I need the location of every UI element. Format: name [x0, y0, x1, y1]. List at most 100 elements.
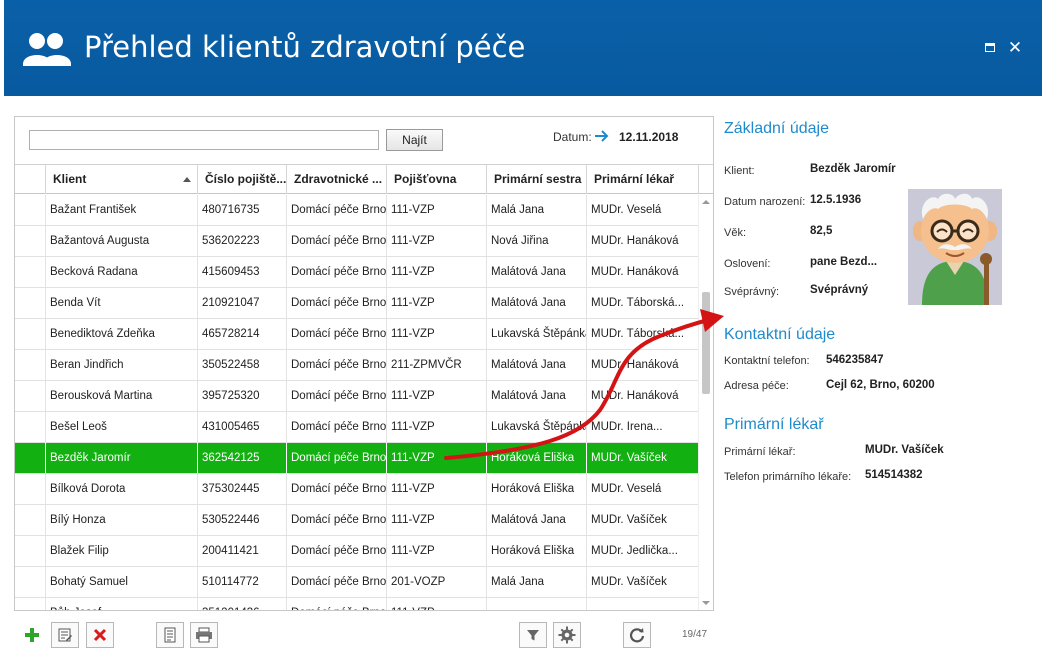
cell-insurance-number[interactable]: 480716735 — [197, 195, 286, 225]
cell-health-facility[interactable]: Domácí péče Brno — [286, 257, 386, 287]
document-button[interactable] — [156, 622, 184, 648]
cell-client[interactable]: Berousková Martina — [45, 381, 197, 411]
table-row[interactable]: Bohatý Samuel 510114772 Domácí péče Brno 20… — [15, 567, 698, 598]
cell-client[interactable]: Beran Jindřich — [45, 350, 197, 380]
cell-primary-doctor[interactable]: MUDr. Táborská... — [586, 288, 698, 318]
cell-health-facility[interactable]: Domácí péče Brno — [286, 319, 386, 349]
cell-primary-doctor[interactable]: MUDr. Hanáková — [586, 226, 698, 256]
cell-insurer[interactable]: 111-VZP — [386, 598, 486, 610]
table-row[interactable]: Bešel Leoš 431005465 Domácí péče Brno 111-V… — [15, 412, 698, 443]
table-row[interactable]: Bažant František 480716735 Domácí péče Brn… — [15, 195, 698, 226]
cell-insurer[interactable]: 111-VZP — [386, 226, 486, 256]
cell-primary-doctor[interactable]: MUDr. Hanáková — [586, 350, 698, 380]
row-indicator[interactable] — [15, 350, 45, 380]
cell-client[interactable]: Bažantová Augusta — [45, 226, 197, 256]
cell-primary-doctor[interactable]: MUDr. Vašíček — [586, 443, 698, 473]
row-indicator[interactable] — [15, 195, 45, 225]
table-row[interactable]: Bůh Josef351201436Domácí péče Brno111-VZ… — [15, 598, 698, 610]
cell-primary-doctor[interactable]: MUDr. Irena... — [586, 412, 698, 442]
cell-insurer[interactable]: 111-VZP — [386, 474, 486, 504]
table-row[interactable]: Becková Radana 415609453 Domácí péče Brno 1… — [15, 257, 698, 288]
cell-health-facility[interactable]: Domácí péče Brno — [286, 381, 386, 411]
cell-primary-nurse[interactable]: Lukavská Štěpánka — [486, 412, 586, 442]
cell-insurance-number[interactable]: 415609453 — [197, 257, 286, 287]
cell-insurer[interactable]: 111-VZP — [386, 319, 486, 349]
column-header-insurer[interactable]: Pojišťovna — [386, 165, 486, 194]
cell-primary-doctor[interactable]: MUDr. Vašíček — [586, 505, 698, 535]
cell-primary-nurse[interactable] — [486, 598, 586, 610]
cell-primary-doctor[interactable]: MUDr. Hanáková — [586, 257, 698, 287]
cell-primary-doctor[interactable]: MUDr. Veselá — [586, 195, 698, 225]
cell-client[interactable]: Bílková Dorota — [45, 474, 197, 504]
cell-health-facility[interactable]: Domácí péče Brno — [286, 226, 386, 256]
cell-primary-doctor[interactable]: MUDr. Hanáková — [586, 381, 698, 411]
cell-insurer[interactable]: 111-VZP — [386, 443, 486, 473]
cell-insurer[interactable]: 111-VZP — [386, 536, 486, 566]
cell-insurance-number[interactable]: 362542125 — [197, 443, 286, 473]
column-header-primary-doctor[interactable]: Primární lékař — [586, 165, 698, 194]
cell-insurer[interactable]: 111-VZP — [386, 412, 486, 442]
cell-insurance-number[interactable]: 510114772 — [197, 567, 286, 597]
search-input[interactable] — [29, 130, 379, 150]
cell-primary-doctor[interactable]: MUDr. Táborská... — [586, 319, 698, 349]
date-value[interactable]: 12.11.2018 — [619, 130, 678, 144]
cell-primary-nurse[interactable]: Horáková Eliška — [486, 474, 586, 504]
row-indicator[interactable] — [15, 288, 45, 318]
cell-insurance-number[interactable]: 210921047 — [197, 288, 286, 318]
settings-button[interactable] — [553, 622, 581, 648]
cell-client[interactable]: Bílý Honza — [45, 505, 197, 535]
cell-primary-doctor[interactable]: MUDr. Veselá — [586, 474, 698, 504]
cell-health-facility[interactable]: Domácí péče Brno — [286, 505, 386, 535]
row-indicator[interactable] — [15, 505, 45, 535]
table-row[interactable]: Bažantová Augusta 536202223 Domácí péče Br… — [15, 226, 698, 257]
cell-client[interactable]: Bešel Leoš — [45, 412, 197, 442]
cell-insurer[interactable]: 111-VZP — [386, 288, 486, 318]
cell-primary-nurse[interactable]: Nová Jiřina — [486, 226, 586, 256]
delete-button[interactable] — [86, 622, 114, 648]
cell-primary-nurse[interactable]: Horáková Eliška — [486, 443, 586, 473]
scroll-up-icon[interactable] — [702, 200, 710, 204]
vertical-scrollbar[interactable] — [698, 195, 713, 610]
refresh-button[interactable] — [623, 622, 651, 648]
cell-primary-doctor[interactable]: MUDr. Vašíček — [586, 567, 698, 597]
table-row[interactable]: Bílý Honza 530522446 Domácí péče Brno 111-V… — [15, 505, 698, 536]
print-button[interactable] — [190, 622, 218, 648]
cell-health-facility[interactable]: Domácí péče Brno — [286, 474, 386, 504]
row-indicator[interactable] — [15, 257, 45, 287]
cell-health-facility[interactable]: Domácí péče Brno — [286, 567, 386, 597]
table-row[interactable]: Bezděk Jaromír 362542125 Domácí péče Brno 1… — [15, 443, 698, 474]
row-indicator[interactable] — [15, 226, 45, 256]
cell-insurer[interactable]: 201-VOZP — [386, 567, 486, 597]
cell-primary-nurse[interactable]: Malátová Jana — [486, 257, 586, 287]
table-row[interactable]: Blažek Filip 200411421 Domácí péče Brno 111… — [15, 536, 698, 567]
cell-client[interactable]: Bůh Josef — [45, 598, 197, 610]
close-button[interactable]: ✕ — [1007, 39, 1023, 56]
cell-primary-nurse[interactable]: Malátová Jana — [486, 381, 586, 411]
cell-client[interactable]: Bezděk Jaromír — [45, 443, 197, 473]
find-button[interactable]: Najít — [386, 129, 443, 151]
cell-primary-nurse[interactable]: Malátová Jana — [486, 505, 586, 535]
row-indicator[interactable] — [15, 567, 45, 597]
cell-client[interactable]: Benediktová Zdeňka — [45, 319, 197, 349]
row-indicator[interactable] — [15, 319, 45, 349]
row-indicator[interactable] — [15, 598, 45, 610]
cell-insurer[interactable]: 111-VZP — [386, 257, 486, 287]
edit-button[interactable] — [51, 622, 79, 648]
table-row[interactable]: Berousková Martina 395725320 Domácí péče B… — [15, 381, 698, 412]
cell-client[interactable]: Becková Radana — [45, 257, 197, 287]
cell-health-facility[interactable]: Domácí péče Brno — [286, 195, 386, 225]
table-row[interactable]: Beran Jindřich 350522458 Domácí péče Brno 2… — [15, 350, 698, 381]
cell-health-facility[interactable]: Domácí péče Brno — [286, 412, 386, 442]
cell-insurer[interactable]: 111-VZP — [386, 381, 486, 411]
cell-primary-nurse[interactable]: Lukavská Štěpánka — [486, 319, 586, 349]
add-button[interactable] — [18, 622, 46, 648]
scroll-thumb[interactable] — [702, 292, 710, 394]
cell-client[interactable]: Benda Vít — [45, 288, 197, 318]
cell-insurance-number[interactable]: 395725320 — [197, 381, 286, 411]
cell-primary-doctor[interactable]: MUDr. Jedlička... — [586, 536, 698, 566]
column-header-client[interactable]: Klient — [45, 165, 197, 194]
cell-client[interactable]: Blažek Filip — [45, 536, 197, 566]
row-indicator[interactable] — [15, 381, 45, 411]
cell-primary-doctor[interactable] — [586, 598, 698, 610]
cell-insurer[interactable]: 211-ZPMVČR — [386, 350, 486, 380]
